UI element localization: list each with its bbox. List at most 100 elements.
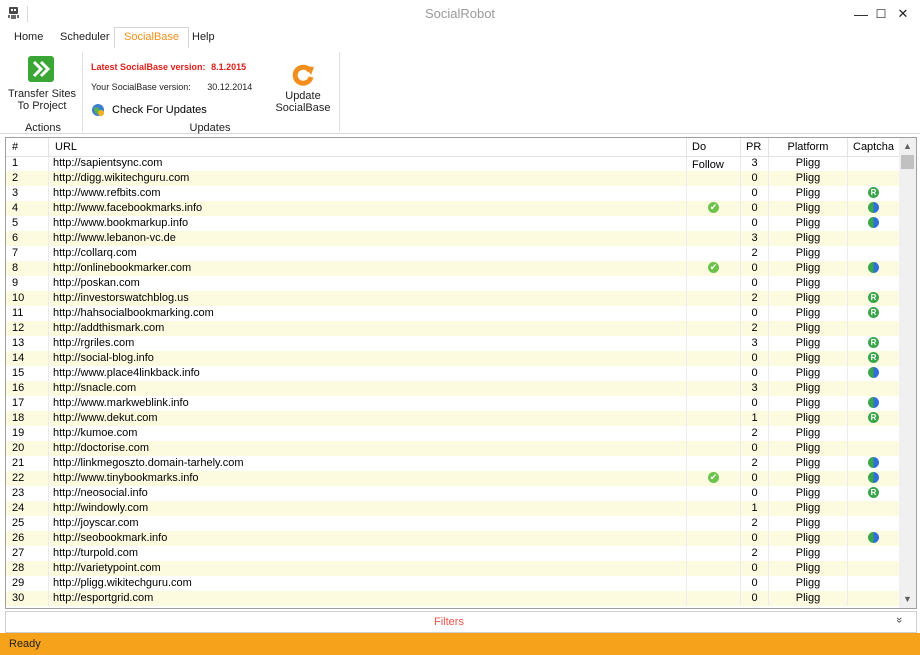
row-url[interactable]: http://www.lebanon-vc.de: [49, 231, 687, 246]
row-url[interactable]: http://varietypoint.com: [49, 561, 687, 576]
row-url[interactable]: http://onlinebookmarker.com: [49, 261, 687, 276]
expand-chevron-icon[interactable]: »: [893, 617, 905, 623]
row-url[interactable]: http://joyscar.com: [49, 516, 687, 531]
row-url[interactable]: http://social-blog.info: [49, 351, 687, 366]
table-row[interactable]: 9 http://poskan.com 0 Pligg: [6, 276, 899, 291]
column-header-pr[interactable]: PR: [741, 138, 769, 156]
table-row[interactable]: 29 http://pligg.wikitechguru.com 0 Pligg: [6, 576, 899, 591]
table-row[interactable]: 21 http://linkmegoszto.domain-tarhely.com…: [6, 456, 899, 471]
recaptcha-icon: R: [868, 351, 879, 363]
column-header-platform[interactable]: Platform: [769, 138, 848, 156]
table-row[interactable]: 19 http://kumoe.com 2 Pligg: [6, 426, 899, 441]
row-url[interactable]: http://www.refbits.com: [49, 186, 687, 201]
column-header-url[interactable]: URL: [49, 138, 687, 156]
row-url[interactable]: http://windowly.com: [49, 501, 687, 516]
row-url[interactable]: http://esportgrid.com: [49, 591, 687, 606]
table-row[interactable]: 5 http://www.bookmarkup.info 0 Pligg: [6, 216, 899, 231]
row-url[interactable]: http://www.tinybookmarks.info: [49, 471, 687, 486]
row-url[interactable]: http://linkmegoszto.domain-tarhely.com: [49, 456, 687, 471]
row-number: 3: [6, 186, 49, 201]
row-number: 6: [6, 231, 49, 246]
table-row[interactable]: 12 http://addthismark.com 2 Pligg: [6, 321, 899, 336]
table-row[interactable]: 28 http://varietypoint.com 0 Pligg: [6, 561, 899, 576]
table-row[interactable]: 26 http://seobookmark.info 0 Pligg: [6, 531, 899, 546]
scrollbar-thumb[interactable]: [901, 155, 914, 169]
table-row[interactable]: 3 http://www.refbits.com 0 Pligg R: [6, 186, 899, 201]
table-row[interactable]: 13 http://rgriles.com 3 Pligg R: [6, 336, 899, 351]
row-captcha: [848, 246, 899, 261]
table-row[interactable]: 7 http://collarq.com 2 Pligg: [6, 246, 899, 261]
transfer-sites-button[interactable]: Transfer Sites To Project: [6, 52, 78, 112]
row-pr: 0: [741, 531, 769, 546]
tab-socialbase[interactable]: SocialBase: [114, 27, 190, 49]
row-url[interactable]: http://pligg.wikitechguru.com: [49, 576, 687, 591]
solvemedia-captcha-icon: [868, 216, 879, 228]
table-row[interactable]: 24 http://windowly.com 1 Pligg: [6, 501, 899, 516]
row-url[interactable]: http://poskan.com: [49, 276, 687, 291]
globe-update-icon: [91, 103, 105, 117]
row-url[interactable]: http://www.facebookmarks.info: [49, 201, 687, 216]
table-row[interactable]: 20 http://doctorise.com 0 Pligg: [6, 441, 899, 456]
close-button[interactable]: ✕: [894, 6, 912, 22]
row-url[interactable]: http://digg.wikitechguru.com: [49, 171, 687, 186]
row-url[interactable]: http://snacle.com: [49, 381, 687, 396]
scroll-up-arrow-icon[interactable]: ▲: [899, 138, 916, 155]
maximize-button[interactable]: ☐: [872, 6, 890, 22]
table-row[interactable]: 10 http://investorswatchblog.us 2 Pligg R: [6, 291, 899, 306]
table-row[interactable]: 14 http://social-blog.info 0 Pligg R: [6, 351, 899, 366]
row-url[interactable]: http://hahsocialbookmarking.com: [49, 306, 687, 321]
column-header-captcha[interactable]: Captcha: [848, 138, 899, 156]
table-row[interactable]: 23 http://neosocial.info 0 Pligg R: [6, 486, 899, 501]
scroll-down-arrow-icon[interactable]: ▼: [899, 591, 916, 608]
row-url[interactable]: http://neosocial.info: [49, 486, 687, 501]
table-row[interactable]: 2 http://digg.wikitechguru.com 0 Pligg: [6, 171, 899, 186]
table-row[interactable]: 27 http://turpold.com 2 Pligg: [6, 546, 899, 561]
row-do-follow: [687, 157, 741, 171]
minimize-button[interactable]: —: [852, 6, 870, 22]
row-url[interactable]: http://addthismark.com: [49, 321, 687, 336]
row-url[interactable]: http://seobookmark.info: [49, 531, 687, 546]
row-url[interactable]: http://www.markweblink.info: [49, 396, 687, 411]
row-url[interactable]: http://collarq.com: [49, 246, 687, 261]
row-captcha: R: [848, 486, 899, 501]
table-row[interactable]: 8 http://onlinebookmarker.com ✔ 0 Pligg: [6, 261, 899, 276]
row-number: 25: [6, 516, 49, 531]
row-captcha: R: [848, 306, 899, 321]
update-socialbase-button[interactable]: Update SocialBase: [270, 58, 336, 114]
row-url[interactable]: http://sapientsync.com: [49, 157, 687, 171]
column-header-number[interactable]: #: [6, 138, 49, 156]
table-row[interactable]: 4 http://www.facebookmarks.info ✔ 0 Pligg: [6, 201, 899, 216]
table-row[interactable]: 16 http://snacle.com 3 Pligg: [6, 381, 899, 396]
row-url[interactable]: http://rgriles.com: [49, 336, 687, 351]
table-row[interactable]: 18 http://www.dekut.com 1 Pligg R: [6, 411, 899, 426]
row-url[interactable]: http://www.place4linkback.info: [49, 366, 687, 381]
column-header-do-follow[interactable]: Do Follow: [687, 138, 741, 171]
table-row[interactable]: 11 http://hahsocialbookmarking.com 0 Pligg R: [6, 306, 899, 321]
table-row[interactable]: 6 http://www.lebanon-vc.de 3 Pligg: [6, 231, 899, 246]
table-row[interactable]: 30 http://esportgrid.com 0 Pligg: [6, 591, 899, 606]
tab-help[interactable]: Help: [183, 28, 224, 47]
table-row[interactable]: 25 http://joyscar.com 2 Pligg: [6, 516, 899, 531]
row-url[interactable]: http://kumoe.com: [49, 426, 687, 441]
row-number: 26: [6, 531, 49, 546]
row-url[interactable]: http://doctorise.com: [49, 441, 687, 456]
table-row[interactable]: 17 http://www.markweblink.info 0 Pligg: [6, 396, 899, 411]
row-url[interactable]: http://www.bookmarkup.info: [49, 216, 687, 231]
table-row[interactable]: 22 http://www.tinybookmarks.info ✔ 0 Pligg: [6, 471, 899, 486]
row-platform: Pligg: [769, 561, 848, 576]
row-number: 28: [6, 561, 49, 576]
row-url[interactable]: http://turpold.com: [49, 546, 687, 561]
row-platform: Pligg: [769, 261, 848, 276]
table-row[interactable]: 15 http://www.place4linkback.info 0 Pligg: [6, 366, 899, 381]
table-row[interactable]: 1 http://sapientsync.com 3 Pligg: [6, 157, 899, 171]
tab-scheduler[interactable]: Scheduler: [51, 28, 119, 47]
check-for-updates-label: Check For Updates: [112, 104, 207, 116]
filters-label[interactable]: Filters: [6, 616, 892, 628]
vertical-scrollbar[interactable]: ▲ ▼: [899, 138, 916, 608]
solvemedia-captcha-icon: [868, 366, 879, 378]
row-url[interactable]: http://www.dekut.com: [49, 411, 687, 426]
tab-home[interactable]: Home: [5, 28, 52, 47]
filters-bar[interactable]: Filters »: [5, 611, 917, 633]
row-url[interactable]: http://investorswatchblog.us: [49, 291, 687, 306]
recaptcha-icon: R: [868, 186, 879, 198]
